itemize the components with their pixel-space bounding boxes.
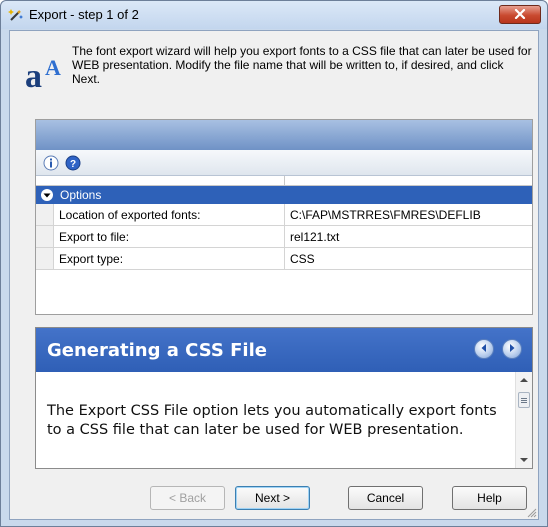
title-bar[interactable]: Export - step 1 of 2 [1, 1, 547, 29]
button-bar: < Back Next > Cancel Help [10, 479, 538, 519]
property-row[interactable]: Export to file: rel121.txt [36, 226, 532, 248]
scroll-up-icon[interactable] [516, 372, 532, 388]
close-icon [514, 8, 526, 22]
close-button[interactable] [499, 5, 541, 24]
info-icon[interactable] [42, 154, 60, 172]
cancel-button[interactable]: Cancel [348, 486, 423, 510]
property-row[interactable]: Location of exported fonts: C:\FAP\MSTRR… [36, 204, 532, 226]
help-back-button[interactable] [474, 339, 494, 359]
help-header: Generating a CSS File [36, 328, 532, 372]
property-grid-spacer [36, 176, 532, 186]
property-row[interactable]: Export type: CSS [36, 248, 532, 270]
property-grid-toolbar: ? [36, 150, 532, 176]
property-name: Location of exported fonts: [54, 204, 285, 225]
wizard-header: a A The font export wizard will help you… [10, 31, 538, 101]
help-icon[interactable]: ? [64, 154, 82, 172]
magic-wand-icon [8, 7, 24, 23]
wizard-content: a A The font export wizard will help you… [9, 30, 539, 520]
scroll-thumb[interactable] [518, 392, 530, 408]
property-value[interactable]: C:\FAP\MSTRRES\FMRES\DEFLIB [285, 204, 532, 225]
category-options-row[interactable]: Options [36, 186, 532, 204]
property-grid-header [36, 120, 532, 150]
font-letter-a-icon: a A [24, 53, 64, 95]
scroll-down-icon[interactable] [516, 452, 532, 468]
property-name: Export to file: [54, 226, 285, 247]
category-label: Options [60, 188, 102, 202]
next-button[interactable]: Next > [235, 486, 310, 510]
property-grid: ? Options Location of exported fonts: C:… [35, 119, 533, 315]
forward-arrow-icon [506, 342, 518, 357]
wizard-description: The font export wizard will help you exp… [72, 44, 532, 86]
back-arrow-icon [478, 342, 490, 357]
help-panel: Generating a CSS File The Export CSS Fil… [35, 327, 533, 469]
help-body-text: The Export CSS File option lets you auto… [47, 403, 497, 438]
property-value[interactable]: CSS [285, 248, 532, 269]
svg-text:?: ? [70, 159, 76, 170]
resize-grip-icon[interactable] [525, 506, 537, 518]
property-name: Export type: [54, 248, 285, 269]
property-value[interactable]: rel121.txt [285, 226, 532, 247]
help-title: Generating a CSS File [47, 339, 267, 361]
svg-text:a: a [25, 58, 42, 93]
collapse-triangle-icon[interactable] [40, 188, 54, 202]
window-title: Export - step 1 of 2 [29, 7, 139, 22]
help-forward-button[interactable] [502, 339, 522, 359]
export-wizard-window: Export - step 1 of 2 a A The font export… [0, 0, 548, 527]
back-button[interactable]: < Back [150, 486, 225, 510]
svg-text:A: A [45, 55, 61, 80]
help-button[interactable]: Help [452, 486, 527, 510]
help-scrollbar[interactable] [515, 372, 532, 468]
